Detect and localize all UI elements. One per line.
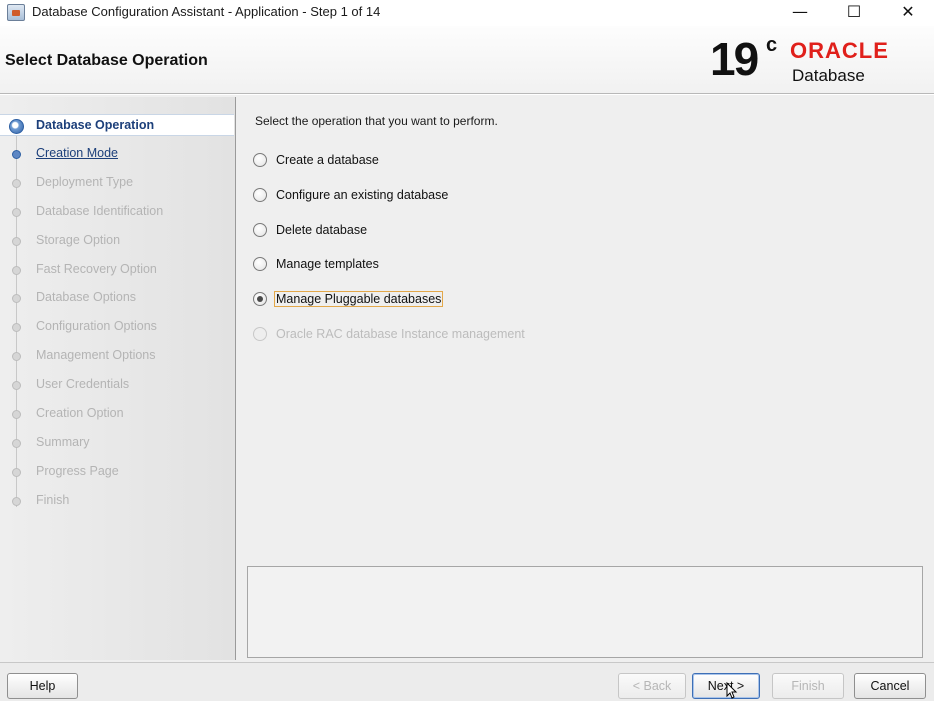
back-button[interactable]: < Back [618,673,686,699]
option-label: Manage Pluggable databases [274,291,444,308]
nav-step-label: Finish [36,492,70,507]
step-marker-icon [12,236,21,246]
nav-step-item: Finish [0,490,234,512]
nav-step-label: Database Identification [36,203,164,218]
nav-step-label: User Credentials [36,377,130,392]
nav-step-item[interactable]: Database Operation [0,114,234,136]
operation-option[interactable]: Create a database [253,150,381,170]
step-navigator: Database Operation Creation Mode Deploymen… [0,97,236,660]
nav-step-item: Progress Page [0,461,234,483]
step-marker-icon [12,149,21,159]
mouse-cursor-icon [726,682,738,699]
step-marker-icon [12,352,21,362]
step-marker-icon [12,178,21,188]
nav-step-label: Fast Recovery Option [36,261,157,276]
operation-option[interactable]: Manage Pluggable databases [253,289,444,309]
button-bar: Help < Back Next > Finish Cancel [0,662,934,701]
nav-step-item: Database Identification [0,201,234,223]
instruction-text: Select the operation that you want to pe… [255,114,498,128]
page-header: Select Database Operation 19 c ORACLE Da… [0,26,934,94]
radio-button[interactable] [253,222,267,237]
option-label: Manage templates [276,257,379,272]
brand-version-sup: c [766,34,778,56]
brand-version: 19 [710,33,759,85]
nav-step-label: Creation Option [36,406,124,420]
nav-step-item: Fast Recovery Option [0,259,234,281]
window-title: Database Configuration Assistant - Appli… [32,4,381,19]
nav-step-item: Creation Option [0,403,234,425]
step-marker-icon [12,467,21,477]
option-label: Create a database [276,153,379,167]
close-icon[interactable]: ✕ [885,0,931,26]
option-label: Delete database [276,222,368,237]
step-marker-icon [12,496,21,506]
nav-step-item: Management Options [0,345,234,367]
nav-step-item: Deployment Type [0,172,234,194]
operation-option[interactable]: Manage templates [253,254,381,274]
nav-step-item: Storage Option [0,230,234,252]
option-label: Oracle RAC database Instance management [276,327,525,341]
nav-step-item: User Credentials [0,374,234,396]
nav-step-item[interactable]: Creation Mode [0,143,234,165]
radio-button[interactable] [253,257,267,272]
page-title: Select Database Operation [5,52,208,69]
nav-step-label: Database Options [36,290,137,305]
step-marker-icon [9,119,24,134]
nav-step-label: Management Options [36,348,156,363]
window-titlebar: Database Configuration Assistant - Appli… [0,0,934,26]
step-marker-icon [12,323,21,333]
finish-button[interactable]: Finish [772,673,844,699]
operation-option[interactable]: Configure an existing database [253,185,450,205]
maximize-icon[interactable]: ☐ [831,0,877,26]
nav-step-label: Deployment Type [36,174,134,189]
java-app-icon [7,4,25,21]
radio-button[interactable] [253,292,267,307]
radio-button[interactable] [253,187,267,202]
nav-step-item: Database Options [0,287,234,309]
option-label: Configure an existing database [276,187,449,202]
nav-step-item: Configuration Options [0,316,234,338]
nav-step-label: Database Operation [36,118,155,132]
nav-step-label: Storage Option [36,232,121,247]
nav-step-label: Progress Page [36,463,119,478]
operation-option: Oracle RAC database Instance management [253,324,527,344]
minimize-icon[interactable]: — [777,0,823,26]
step-marker-icon [12,438,21,448]
step-marker-icon [12,294,21,304]
step-marker-icon [12,381,21,391]
oracle-logo: 19 c ORACLE Database [710,34,930,90]
brand-product: Database [792,66,865,85]
brand-name: ORACLE [790,38,889,63]
operation-option[interactable]: Delete database [253,220,369,240]
description-panel [247,566,923,658]
radio-button[interactable] [253,153,267,167]
help-button[interactable]: Help [7,673,78,699]
step-marker-icon [12,207,21,217]
cancel-button[interactable]: Cancel [854,673,926,699]
step-marker-icon [12,265,21,275]
nav-step-label: Creation Mode [36,145,118,160]
nav-step-label: Configuration Options [36,319,157,334]
nav-step-item: Summary [0,432,234,454]
step-marker-icon [12,410,21,419]
nav-step-label: Summary [36,434,90,449]
radio-button [253,327,267,341]
